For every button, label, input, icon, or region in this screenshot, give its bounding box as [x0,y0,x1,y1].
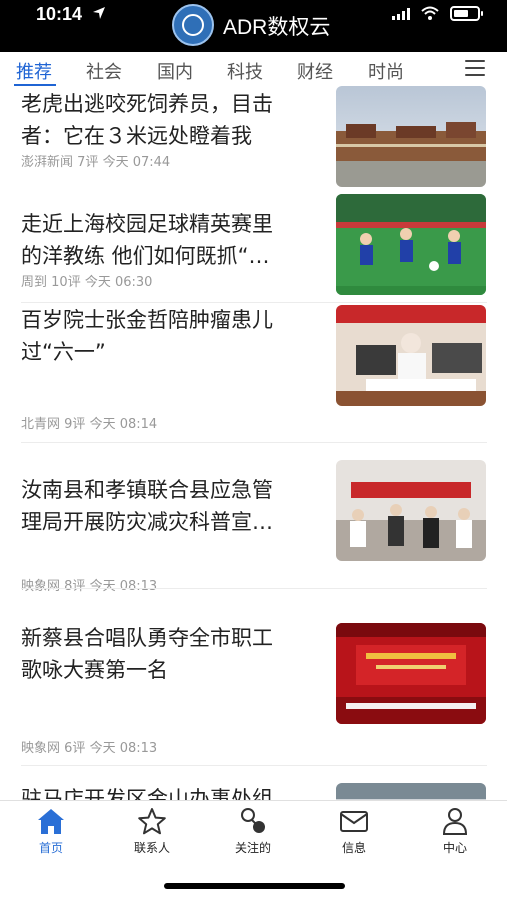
news-source: 周到 [21,275,48,290]
news-time: 今天 06:30 [84,275,153,290]
location-arrow-icon [93,7,105,19]
app-title: ADR数权云 [223,16,331,39]
follow-icon [241,808,265,833]
news-title: 新蔡县合唱队勇夺全市职工 歌咏大赛第一名 [21,626,273,682]
news-source: 映象网 [21,579,61,594]
news-source: 澎湃新闻 [21,155,74,170]
news-comments: 9评 [64,417,86,432]
divider [21,302,487,303]
news-comments: 7评 [77,155,99,170]
news-thumbnail [336,86,486,187]
news-meta: 映象网 8评 今天 08:13 [21,575,157,594]
news-time: 今天 08:14 [89,417,158,432]
news-meta: 周到 10评 今天 06:30 [21,271,152,290]
nav-label: 联系人 [133,841,170,855]
news-title: 驻马店开发区金山办事处组 [21,787,273,800]
home-indicator[interactable] [164,883,345,889]
news-source: 北青网 [21,417,61,432]
wifi-icon [421,6,439,20]
divider [21,588,487,589]
nav-messages[interactable]: 信息 [314,807,394,856]
nav-profile[interactable]: 中心 [415,807,495,856]
news-source: 映象网 [21,741,61,756]
news-time: 今天 07:44 [102,155,171,170]
nav-contacts[interactable]: 联系人 [112,807,192,856]
news-comments: 6评 [64,741,86,756]
news-title: 走近上海校园足球精英赛里 的洋教练 他们如何既抓“… [21,212,273,268]
news-comments: 10评 [51,275,81,290]
menu-icon[interactable] [465,60,485,76]
news-title: 百岁院士张金哲陪肿瘤患儿 过“六一” [21,308,273,364]
app-logo [172,4,214,46]
nav-label: 关注的 [234,841,271,855]
divider [21,442,487,443]
home-icon [38,809,64,834]
nav-following[interactable]: 关注的 [213,807,293,856]
news-thumbnail [336,305,486,406]
status-time: 10:14 [36,4,83,24]
tab-finance[interactable]: 财经 [297,58,333,84]
news-time: 今天 08:13 [89,741,158,756]
status-bar: 10:14 ADR数权云 [0,0,507,52]
star-icon [138,808,166,835]
news-meta: 映象网 6评 今天 08:13 [21,737,157,756]
tab-society[interactable]: 社会 [86,58,122,84]
category-tabs: 推荐 社会 国内 科技 财经 时尚 [0,52,507,88]
nav-label: 首页 [38,841,63,855]
news-title: 汝南县和孝镇联合县应急管 理局开展防灾减灾科普宣… [21,478,273,534]
tab-recommend[interactable]: 推荐 [16,58,52,84]
news-meta: 澎湃新闻 7评 今天 07:44 [21,151,170,170]
tab-tech[interactable]: 科技 [227,58,263,84]
nav-label: 信息 [341,841,366,855]
news-thumbnail [336,460,486,561]
news-comments: 8评 [64,579,86,594]
news-title: 老虎出逃咬死饲养员，目击 者：它在３米远处瞪着我 [21,92,273,148]
news-meta: 北青网 9评 今天 08:14 [21,413,157,432]
news-thumbnail [336,623,486,724]
tab-fashion[interactable]: 时尚 [368,58,404,84]
signal-icon [392,8,410,20]
news-thumbnail [336,783,486,800]
battery-icon [450,6,483,21]
nav-label: 中心 [442,841,467,855]
divider [21,765,487,766]
nav-home[interactable]: 首页 [11,807,91,856]
mail-icon [340,811,368,832]
tab-domestic[interactable]: 国内 [157,58,193,84]
news-thumbnail [336,194,486,295]
news-time: 今天 08:13 [89,579,158,594]
news-feed: 老虎出逃咬死饲养员，目击 者：它在３米远处瞪着我 澎湃新闻 7评 今天 07:4… [0,86,507,800]
user-icon [442,808,468,835]
